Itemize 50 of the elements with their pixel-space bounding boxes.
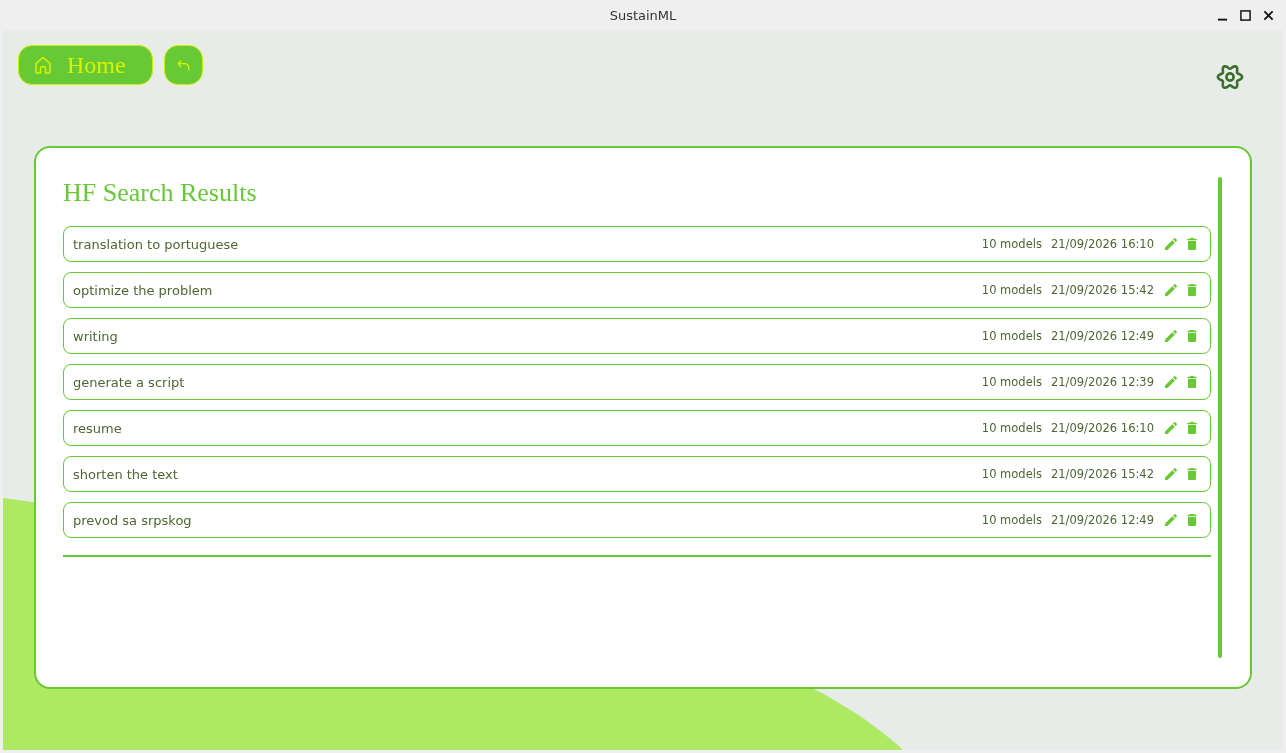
query-text: resume xyxy=(73,420,123,436)
close-icon[interactable] xyxy=(1263,9,1274,21)
result-item[interactable]: prevod sa srpskog 10 models 21/09/2026 12:49 xyxy=(63,502,1211,538)
query-text: shorten the text xyxy=(73,466,179,482)
window-title: SustainML xyxy=(609,7,677,23)
home-icon xyxy=(33,55,53,75)
result-item[interactable]: translation to portuguese 10 models 21/09/2026 16:10 xyxy=(63,226,1211,262)
query-text: prevod sa srpskog xyxy=(73,512,193,528)
model-count: 10 models xyxy=(981,375,1042,389)
edit-icon[interactable] xyxy=(1165,376,1177,388)
model-count: 10 models xyxy=(981,283,1042,297)
undo-icon xyxy=(177,59,190,71)
result-item[interactable]: resume 10 models 21/09/2026 16:10 xyxy=(63,410,1211,446)
result-item[interactable]: shorten the text 10 models 21/09/2026 15:42 xyxy=(63,456,1211,492)
edit-icon[interactable] xyxy=(1165,422,1177,434)
model-count: 10 models xyxy=(981,237,1042,251)
maximize-icon[interactable] xyxy=(1240,9,1251,21)
edit-icon[interactable] xyxy=(1165,238,1177,250)
delete-icon[interactable] xyxy=(1187,284,1197,296)
results-title: HF Search Results xyxy=(63,177,258,209)
result-item[interactable]: writing 10 models 21/09/2026 12:49 xyxy=(63,318,1211,354)
date-text: 21/09/2026 15:42 xyxy=(1050,283,1154,297)
result-item[interactable]: optimize the problem 10 models 21/09/2026 15:42 xyxy=(63,272,1211,308)
model-count: 10 models xyxy=(981,513,1042,527)
delete-icon[interactable] xyxy=(1187,422,1197,434)
query-text: translation to portuguese xyxy=(73,236,240,252)
delete-icon[interactable] xyxy=(1187,468,1197,480)
edit-icon[interactable] xyxy=(1165,468,1177,480)
model-count: 10 models xyxy=(981,329,1042,343)
query-text: generate a script xyxy=(73,374,186,390)
date-text: 21/09/2026 15:42 xyxy=(1050,467,1154,481)
date-text: 21/09/2026 16:10 xyxy=(1050,237,1154,251)
result-item[interactable]: generate a script 10 models 21/09/2026 12:39 xyxy=(63,364,1211,400)
date-text: 21/09/2026 12:49 xyxy=(1050,329,1154,343)
edit-icon[interactable] xyxy=(1165,514,1177,526)
query-text: writing xyxy=(73,328,119,344)
edit-icon[interactable] xyxy=(1165,330,1177,342)
scrollbar[interactable] xyxy=(1218,177,1222,658)
delete-icon[interactable] xyxy=(1187,238,1197,250)
undo-button[interactable] xyxy=(164,45,203,85)
delete-icon[interactable] xyxy=(1187,514,1197,526)
delete-icon[interactable] xyxy=(1187,330,1197,342)
model-count: 10 models xyxy=(981,421,1042,435)
query-text: optimize the problem xyxy=(73,282,214,298)
edit-icon[interactable] xyxy=(1165,284,1177,296)
date-text: 21/09/2026 12:49 xyxy=(1050,513,1154,527)
date-text: 21/09/2026 12:39 xyxy=(1050,375,1154,389)
delete-icon[interactable] xyxy=(1187,376,1197,388)
model-count: 10 models xyxy=(981,467,1042,481)
date-text: 21/09/2026 16:10 xyxy=(1050,421,1154,435)
